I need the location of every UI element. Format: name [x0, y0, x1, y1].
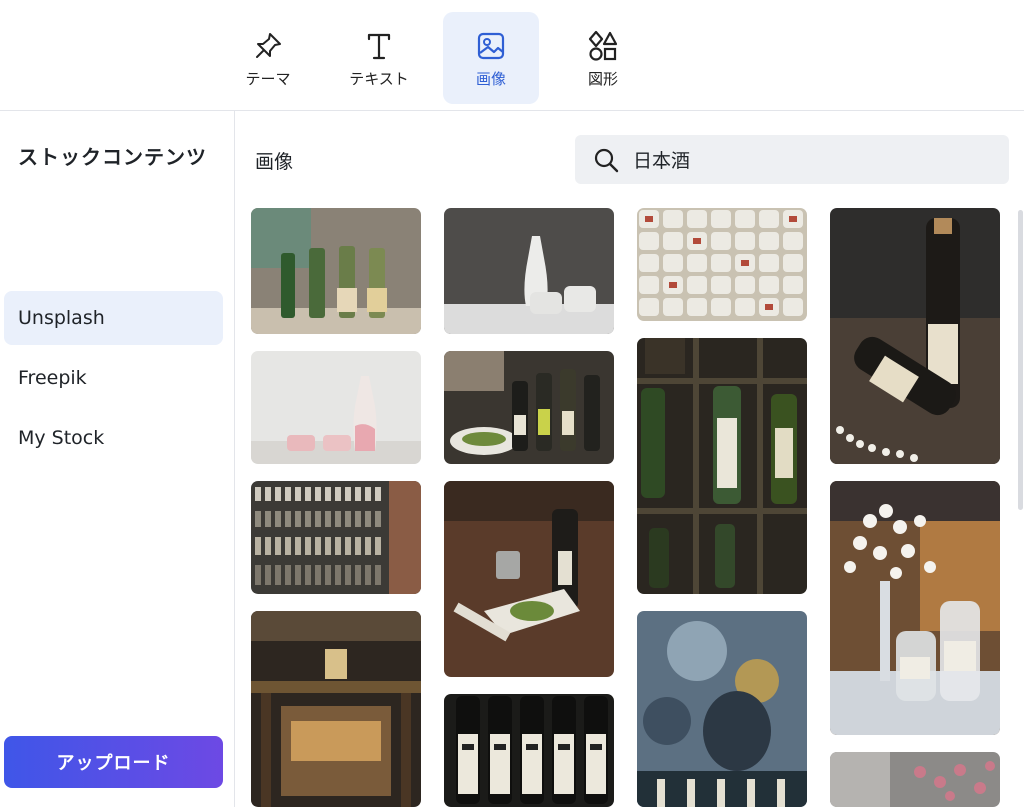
sidebar-item-label: My Stock — [18, 427, 105, 449]
sidebar: ストックコンテンツ Unsplash Freepik My Stock アップロ… — [0, 111, 235, 807]
gallery-image[interactable] — [444, 351, 614, 464]
gallery-scrollbar[interactable] — [1018, 210, 1023, 510]
gallery-image[interactable] — [830, 752, 1000, 807]
sidebar-title: ストックコンテンツ — [18, 145, 207, 169]
gallery-image[interactable] — [637, 611, 807, 807]
gallery-image[interactable] — [444, 481, 614, 677]
text-t-icon — [363, 30, 395, 62]
sidebar-item-freepik[interactable]: Freepik — [4, 351, 223, 405]
image-icon — [475, 30, 507, 62]
tool-text-button[interactable]: テキスト — [331, 12, 427, 104]
top-toolbar: テーマ テキスト 画像 図形 — [0, 0, 1024, 111]
search-input[interactable] — [633, 148, 993, 171]
gallery-image[interactable] — [637, 208, 807, 321]
gallery-image[interactable] — [830, 481, 1000, 735]
gallery-image[interactable] — [251, 481, 421, 594]
gallery-image[interactable] — [444, 694, 614, 807]
sidebar-item-label: Unsplash — [18, 307, 105, 329]
sidebar-item-label: Freepik — [18, 367, 87, 389]
pin-icon — [252, 30, 284, 62]
tool-image-label: 画像 — [475, 70, 506, 88]
tool-shapes-button[interactable]: 図形 — [555, 12, 651, 104]
gallery-image[interactable] — [251, 351, 421, 464]
sidebar-item-my-stock[interactable]: My Stock — [4, 411, 223, 465]
tool-theme-button[interactable]: テーマ — [220, 12, 316, 104]
search-icon — [593, 147, 619, 173]
tool-text-label: テキスト — [349, 70, 409, 88]
gallery-image[interactable] — [251, 208, 421, 334]
sidebar-item-unsplash[interactable]: Unsplash — [4, 291, 223, 345]
search-bar[interactable] — [575, 135, 1009, 184]
shapes-icon — [587, 30, 619, 62]
section-title: 画像 — [255, 151, 294, 173]
gallery-image[interactable] — [251, 611, 421, 807]
tool-shapes-label: 図形 — [587, 70, 618, 88]
tool-theme-label: テーマ — [245, 70, 291, 88]
gallery-image[interactable] — [444, 208, 614, 334]
gallery-image[interactable] — [830, 208, 1000, 464]
gallery-image[interactable] — [637, 338, 807, 594]
upload-button[interactable]: アップロード — [4, 736, 223, 788]
tool-image-button[interactable]: 画像 — [443, 12, 539, 104]
